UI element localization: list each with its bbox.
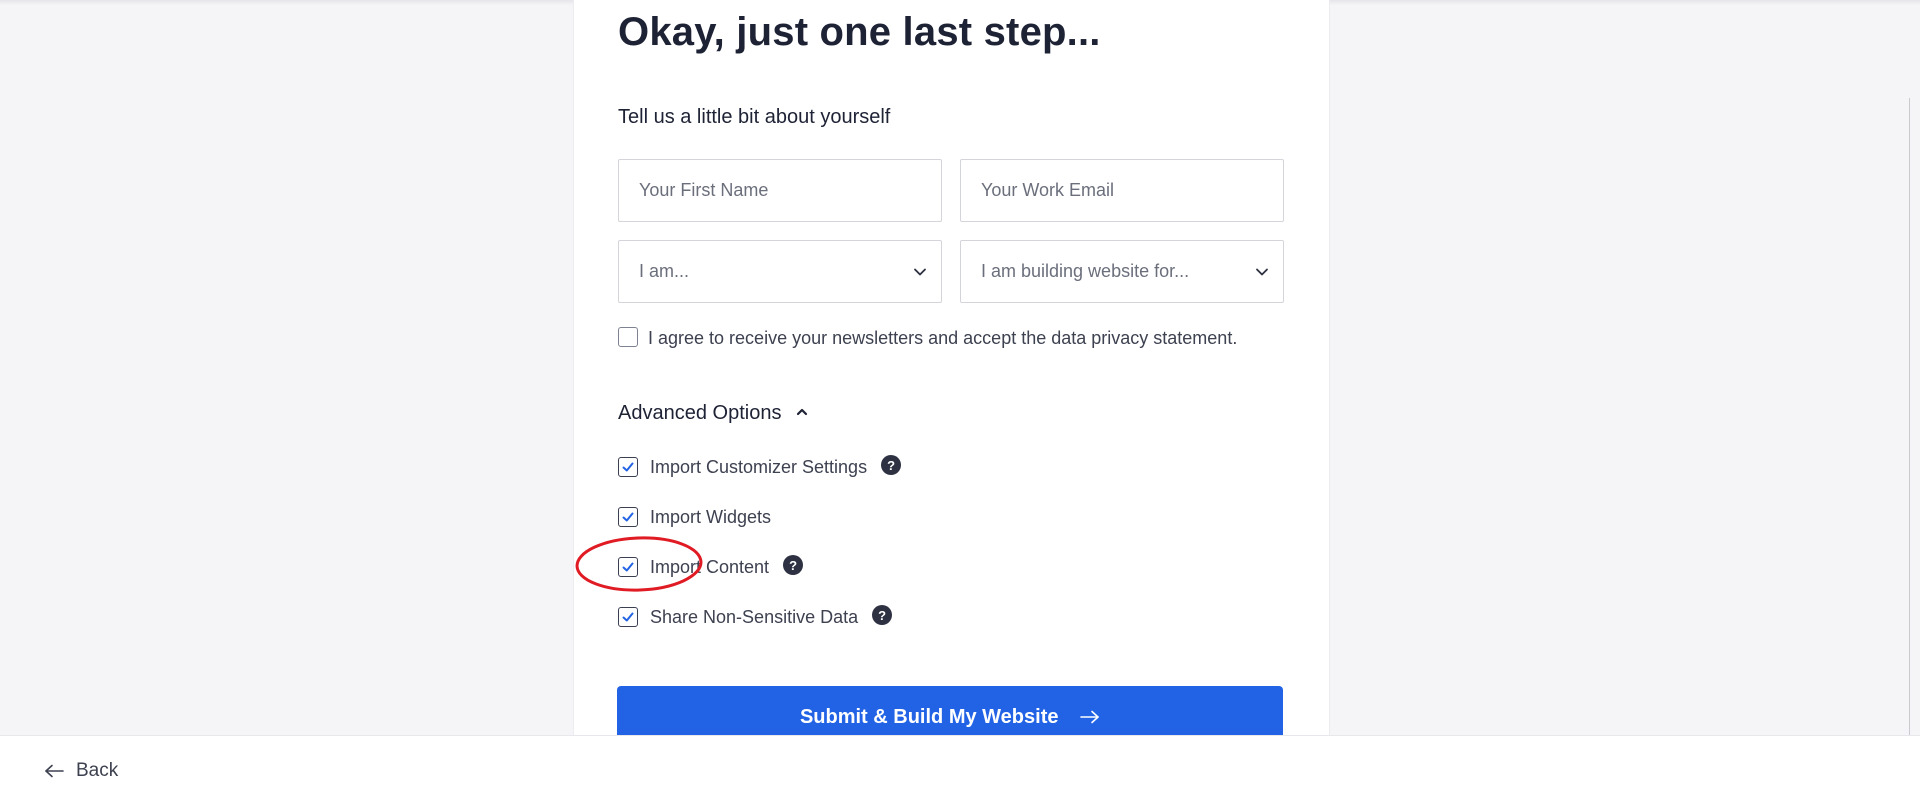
role-select-value: I am... [639,261,690,281]
purpose-select[interactable]: I am building website for... [960,240,1284,303]
arrow-right-icon [1080,710,1099,724]
advanced-options-toggle[interactable]: Advanced Options [618,402,809,425]
chevron-up-icon [796,408,808,416]
onboarding-card: Okay, just one last step... Tell us a li… [573,0,1330,750]
option-import-customizer-settings: Import Customizer Settings ? [618,455,902,479]
back-button[interactable]: Back [44,760,118,782]
chevron-down-icon [1256,268,1268,276]
role-select[interactable]: I am... [618,240,942,303]
import-customizer-label: Import Customizer Settings [650,456,868,477]
newsletter-agreement: I agree to receive your newsletters and … [618,326,1258,350]
purpose-select-value: I am building website for... [981,261,1190,281]
checkmark-icon [622,512,634,522]
checkmark-icon [622,562,634,572]
advanced-options-label: Advanced Options [618,402,782,424]
option-import-widgets: Import Widgets [618,505,771,529]
checkmark-icon [622,612,634,622]
work-email-input[interactable] [960,159,1284,222]
chevron-down-icon [914,268,926,276]
help-icon[interactable]: ? [881,455,902,475]
option-share-non-sensitive-data: Share Non-Sensitive Data ? [618,605,893,629]
import-widgets-checkbox[interactable] [618,507,638,527]
page-scrollbar[interactable] [1909,98,1920,735]
back-label: Back [76,760,119,781]
newsletter-label: I agree to receive your newsletters and … [648,328,1238,348]
option-import-content: Import Content ? [618,555,804,579]
help-icon[interactable]: ? [872,605,893,625]
help-icon[interactable]: ? [783,555,804,575]
share-data-checkbox[interactable] [618,607,638,627]
newsletter-checkbox[interactable] [618,327,638,347]
import-customizer-checkbox[interactable] [618,457,638,477]
footer-bar: Back [0,735,1920,797]
page-title: Okay, just one last step... [618,10,1101,54]
checkmark-icon [622,462,634,472]
import-content-checkbox[interactable] [618,557,638,577]
import-widgets-label: Import Widgets [650,506,772,527]
submit-button-label: Submit & Build My Website [799,706,1059,728]
first-name-input[interactable] [618,159,942,222]
form-subtitle: Tell us a little bit about yourself [618,106,891,128]
share-data-label: Share Non-Sensitive Data [650,606,859,627]
import-content-label: Import Content [650,556,770,577]
arrow-left-icon [45,764,64,778]
